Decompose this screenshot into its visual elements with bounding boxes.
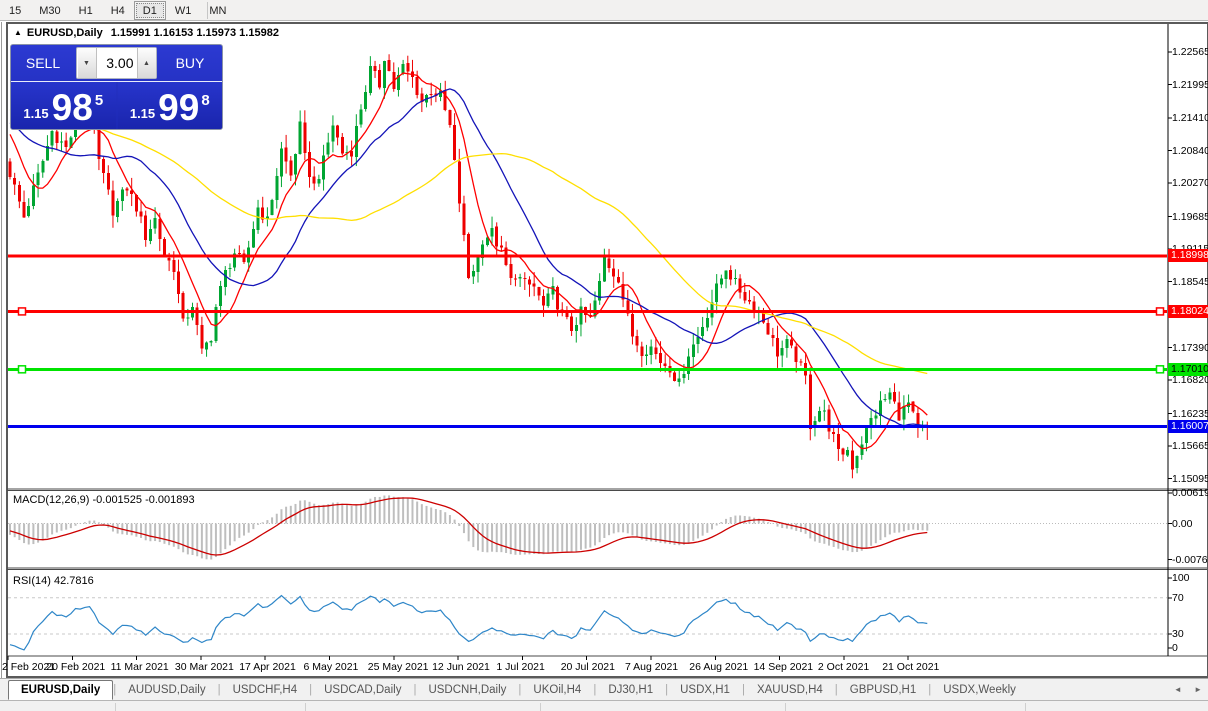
date-tick-12-Jun-2021[interactable]: 12 Jun 2021 [432, 661, 490, 673]
chart-symbol-label: EURUSD,Daily [27, 27, 103, 39]
date-tick-2-Oct-2021[interactable]: 2 Oct 2021 [818, 661, 869, 673]
chart-tab-eurusd-daily[interactable]: EURUSD,Daily [8, 680, 113, 700]
date-tick-7-Aug-2021[interactable]: 7 Aug 2021 [625, 661, 678, 673]
volume-increase-button[interactable]: ▲ [137, 48, 156, 78]
date-tick-25-May-2021[interactable]: 25 May 2021 [368, 661, 429, 673]
triangle-up-icon: ▲ [143, 60, 150, 67]
sell-price-prefix: 1.15 [23, 106, 48, 121]
chart-tab-bar: EURUSD,Daily|AUDUSD,Daily|USDCHF,H4|USDC… [0, 678, 1208, 700]
tab-scroll-left-icon[interactable]: ◄ [1174, 685, 1182, 694]
macd-axis--0.00762: -0.00762 [1172, 554, 1208, 566]
chart-tab-usdx-weekly[interactable]: USDX,Weekly [931, 681, 1028, 699]
chart-tab-usdx-h1[interactable]: USDX,H1 [668, 681, 742, 699]
macd-axis-0.006193: 0.006193 [1172, 487, 1208, 499]
buy-price-big-digits: 99 [158, 91, 199, 125]
mt4-application: 15M30H1H4D1W1MN ▲EURUSD,Daily1.15991 1.1… [0, 0, 1208, 711]
line-handle[interactable] [19, 308, 26, 315]
price-tick-1.21995[interactable]: 1.21995 [1172, 79, 1208, 91]
sell-price-big-digits: 98 [52, 91, 93, 125]
date-tick-26-Aug-2021[interactable]: 26 Aug 2021 [689, 661, 748, 673]
line-price-label-1.18998: 1.18998 [1168, 249, 1208, 262]
line-handle[interactable] [1157, 366, 1164, 373]
chart-tab-xauusd-h4[interactable]: XAUUSD,H4 [745, 681, 835, 699]
line-price-label-1.16007: 1.16007 [1168, 420, 1208, 433]
rsi-axis-70: 70 [1172, 592, 1184, 604]
line-handle[interactable] [19, 366, 26, 373]
sell-button[interactable]: SELL [11, 45, 75, 81]
price-tick-1.16820[interactable]: 1.16820 [1172, 374, 1208, 386]
chart-tab-usdcnh-daily[interactable]: USDCNH,Daily [416, 681, 518, 699]
buy-price-pip-digit: 8 [201, 92, 209, 109]
one-click-trading-panel: SELL ▼ ▲ BUY 1.15 98 5 1.15 99 8 [10, 44, 223, 130]
price-tick-1.18545[interactable]: 1.18545 [1172, 276, 1208, 288]
statusbar-section-separator [115, 703, 116, 711]
price-tick-1.19685[interactable]: 1.19685 [1172, 211, 1208, 223]
macd-axis-0.00: 0.00 [1172, 518, 1192, 530]
price-tick-1.21410[interactable]: 1.21410 [1172, 112, 1208, 124]
buy-price-display[interactable]: 1.15 99 8 [118, 82, 223, 129]
date-tick-20-Jul-2021[interactable]: 20 Jul 2021 [561, 661, 615, 673]
rsi-axis-30: 30 [1172, 628, 1184, 640]
price-tick-1.16235[interactable]: 1.16235 [1172, 408, 1208, 420]
rsi-line [10, 596, 927, 650]
rsi-indicator-label: RSI(14) 42.7816 [13, 575, 94, 587]
chart-ohlc-values: 1.15991 1.16153 1.15973 1.15982 [111, 27, 279, 39]
chart-tab-ukoil-h4[interactable]: UKOil,H4 [521, 681, 593, 699]
chart-title: ▲ EURUSD,Daily 1.15991 1.16153 1.15973 1.1… [14, 27, 279, 39]
date-tick-1-Jul-2021[interactable]: 1 Jul 2021 [496, 661, 544, 673]
date-tick-6-May-2021[interactable]: 6 May 2021 [304, 661, 359, 673]
chart-tab-usdcad-daily[interactable]: USDCAD,Daily [312, 681, 413, 699]
rsi-axis-100: 100 [1172, 572, 1190, 584]
volume-decrease-button[interactable]: ▼ [78, 48, 97, 78]
price-tick-1.15665[interactable]: 1.15665 [1172, 440, 1208, 452]
date-tick-21-Oct-2021[interactable]: 21 Oct 2021 [882, 661, 939, 673]
chart-tab-usdchf-h4[interactable]: USDCHF,H4 [221, 681, 310, 699]
price-tick-1.17390[interactable]: 1.17390 [1172, 342, 1208, 354]
line-price-label-1.18024: 1.18024 [1168, 305, 1208, 318]
date-tick-30-Mar-2021[interactable]: 30 Mar 2021 [175, 661, 234, 673]
status-bar [0, 700, 1208, 711]
price-tick-1.15095[interactable]: 1.15095 [1172, 473, 1208, 485]
price-tick-1.20840[interactable]: 1.20840 [1172, 145, 1208, 157]
date-tick-17-Apr-2021[interactable]: 17 Apr 2021 [239, 661, 296, 673]
buy-button[interactable]: BUY [158, 45, 222, 81]
sell-price-pip-digit: 5 [95, 92, 103, 109]
chart-tab-audusd-daily[interactable]: AUDUSD,Daily [116, 681, 217, 699]
statusbar-section-separator [1025, 703, 1026, 711]
sell-price-display[interactable]: 1.15 98 5 [11, 82, 116, 129]
statusbar-section-separator [540, 703, 541, 711]
date-tick-20-Feb-2021[interactable]: 20 Feb 2021 [46, 661, 105, 673]
rsi-axis-0: 0 [1172, 642, 1178, 654]
chart-tab-dj30-h1[interactable]: DJ30,H1 [596, 681, 665, 699]
date-tick-11-Mar-2021[interactable]: 11 Mar 2021 [111, 661, 169, 673]
buy-price-prefix: 1.15 [130, 106, 155, 121]
tab-scroll-right-icon[interactable]: ► [1194, 685, 1202, 694]
price-tick-1.22565[interactable]: 1.22565 [1172, 46, 1208, 58]
price-tick-1.20270[interactable]: 1.20270 [1172, 177, 1208, 189]
statusbar-section-separator [305, 703, 306, 711]
chart-tab-gbpusd-h1[interactable]: GBPUSD,H1 [838, 681, 928, 699]
line-handle[interactable] [1157, 308, 1164, 315]
line-price-label-1.17010: 1.17010 [1168, 363, 1208, 376]
statusbar-section-separator [785, 703, 786, 711]
triangle-down-icon: ▼ [83, 60, 90, 67]
date-tick-14-Sep-2021[interactable]: 14 Sep 2021 [754, 661, 814, 673]
volume-input[interactable] [97, 55, 137, 71]
volume-spinner: ▼ ▲ [76, 47, 157, 79]
chart-expand-icon[interactable]: ▲ [14, 28, 22, 37]
macd-indicator-label: MACD(12,26,9) -0.001525 -0.001893 [13, 494, 195, 506]
